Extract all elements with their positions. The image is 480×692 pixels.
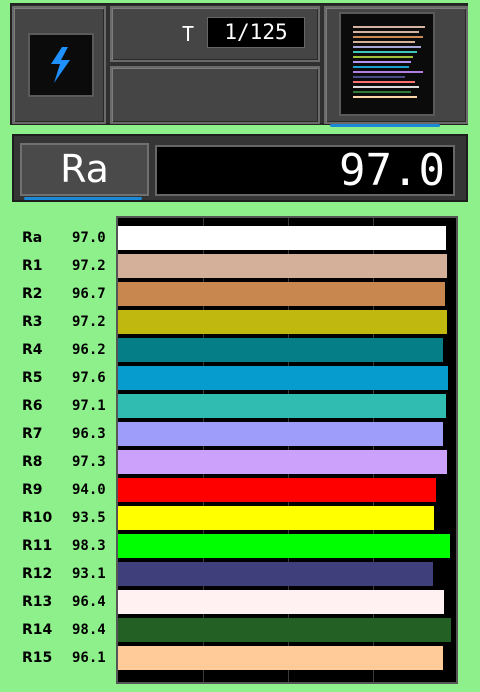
cri-bar-r2 [118, 282, 445, 306]
cri-label-r9: R9 [22, 482, 43, 498]
shutter-label: T [182, 22, 195, 46]
cri-value-r1: 97.2 [72, 258, 106, 274]
cri-label-ra: Ra [22, 230, 43, 246]
cri-bar-r8 [118, 450, 447, 474]
cri-label-r8: R8 [22, 454, 43, 470]
cri-value-r9: 94.0 [72, 482, 106, 498]
flash-icon [51, 47, 70, 83]
spectrum-view-button[interactable] [339, 12, 435, 116]
cri-label-r10: R10 [22, 510, 53, 526]
cri-value-r8: 97.3 [72, 454, 106, 470]
cri-bar-r11 [118, 534, 450, 558]
cri-label-r12: R12 [22, 566, 53, 582]
cri-label-r5: R5 [22, 370, 43, 386]
spectrum-active-indicator [330, 124, 440, 127]
cri-label-r11: R11 [22, 538, 53, 554]
cri-label-r3: R3 [22, 314, 43, 330]
cri-bar-r12 [118, 562, 433, 586]
ra-label: Ra [20, 143, 149, 196]
flash-button[interactable] [28, 33, 94, 97]
cri-value-r15: 96.1 [72, 650, 106, 666]
cri-value-r4: 96.2 [72, 342, 106, 358]
cri-value-r13: 96.4 [72, 594, 106, 610]
cri-label-r4: R4 [22, 342, 43, 358]
cri-value-r10: 93.5 [72, 510, 106, 526]
cri-bar-r14 [118, 618, 451, 642]
cri-value-r6: 97.1 [72, 398, 106, 414]
cri-bar-r13 [118, 590, 444, 614]
spectrum-list-icon [341, 14, 433, 114]
cri-bar-r5 [118, 366, 448, 390]
cri-bar-r1 [118, 254, 447, 278]
cri-bar-chart [116, 216, 458, 684]
empty-panel [110, 66, 320, 124]
cri-label-r2: R2 [22, 286, 43, 302]
cri-label-r7: R7 [22, 426, 43, 442]
cri-bar-r3 [118, 310, 447, 334]
cri-label-r6: R6 [22, 398, 43, 414]
cri-label-r13: R13 [22, 594, 53, 610]
cri-value-r7: 96.3 [72, 426, 106, 442]
cri-bar-r4 [118, 338, 443, 362]
cri-label-r15: R15 [22, 650, 53, 666]
cri-label-r14: R14 [22, 622, 53, 638]
cri-bar-ra [118, 226, 446, 250]
cri-label-r1: R1 [22, 258, 43, 274]
ra-active-indicator [24, 197, 142, 200]
cri-value-r11: 98.3 [72, 538, 106, 554]
cri-bar-r9 [118, 478, 436, 502]
cri-value-r12: 93.1 [72, 566, 106, 582]
cri-bar-r15 [118, 646, 443, 670]
ra-value-display: 97.0 [155, 145, 455, 196]
cri-bar-r10 [118, 506, 434, 530]
cri-value-r2: 96.7 [72, 286, 106, 302]
cri-bar-r6 [118, 394, 446, 418]
cri-bar-r7 [118, 422, 443, 446]
cri-value-r3: 97.2 [72, 314, 106, 330]
cri-value-r5: 97.6 [72, 370, 106, 386]
cri-value-r14: 98.4 [72, 622, 106, 638]
cri-value-ra: 97.0 [72, 230, 106, 246]
shutter-speed-field[interactable]: 1/125 [207, 17, 305, 48]
